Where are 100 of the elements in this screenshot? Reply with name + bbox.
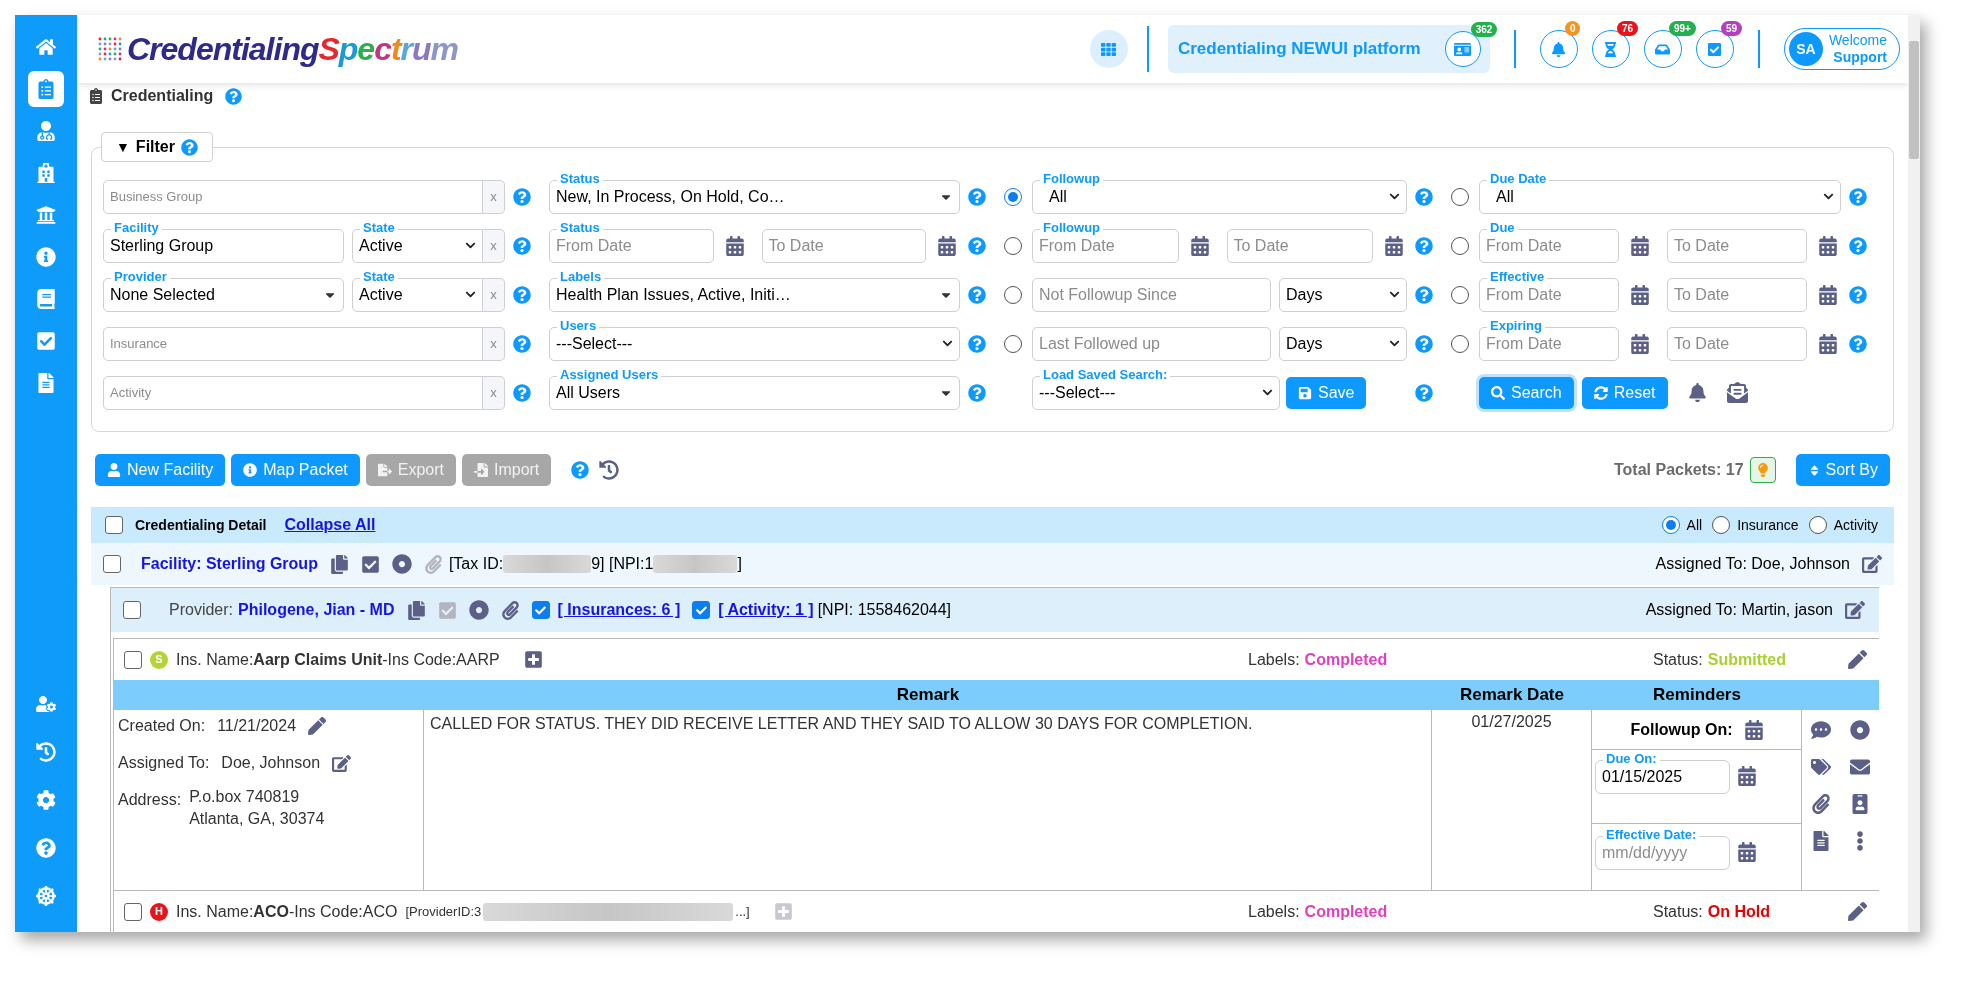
text-field[interactable]: To Date xyxy=(1667,326,1807,361)
help-icon[interactable] xyxy=(1849,285,1867,304)
text-field[interactable]: Insurance xyxy=(103,326,483,361)
facility-link[interactable]: Facility: Sterling Group xyxy=(141,552,318,576)
provider-card-button[interactable] xyxy=(1444,31,1481,67)
text-field[interactable]: To Date xyxy=(1667,277,1807,312)
provider-link[interactable]: Philogene, Jian - MD xyxy=(238,598,395,622)
text-field[interactable]: Business Group xyxy=(103,179,483,214)
help-icon[interactable] xyxy=(513,334,531,353)
help-icon[interactable] xyxy=(1849,334,1867,353)
help-icon[interactable] xyxy=(513,285,531,304)
text-field[interactable]: Activity xyxy=(103,375,483,410)
help-icon[interactable] xyxy=(968,285,986,304)
checkbox[interactable] xyxy=(124,650,142,669)
calendar-icon[interactable] xyxy=(1819,235,1837,256)
help-icon[interactable] xyxy=(1849,236,1867,255)
filter-toggle[interactable]: ▼ Filter xyxy=(101,132,213,162)
paperclip-icon[interactable] xyxy=(500,600,520,620)
tags-icon[interactable] xyxy=(1811,757,1832,777)
calendar-icon[interactable] xyxy=(1190,235,1209,256)
copy-icon[interactable] xyxy=(329,554,349,574)
activity-link[interactable]: [ Activity: 1 ] xyxy=(718,598,814,622)
help-icon[interactable] xyxy=(571,461,590,479)
settings-icon[interactable] xyxy=(36,790,56,810)
radio-button[interactable] xyxy=(1004,285,1022,304)
scrollbar[interactable] xyxy=(1908,15,1920,932)
envelope-icon[interactable] xyxy=(1849,757,1870,777)
text-field[interactable]: Last Followed up xyxy=(1032,326,1271,361)
notification-button[interactable] xyxy=(1643,30,1682,68)
calendar-icon[interactable] xyxy=(1744,719,1763,740)
wheel-icon[interactable] xyxy=(36,886,56,906)
help-icon[interactable] xyxy=(36,838,56,858)
checkbox[interactable] xyxy=(103,555,121,573)
speech-bubble-icon[interactable] xyxy=(1811,720,1832,740)
document-icon[interactable] xyxy=(1811,831,1832,851)
edit-icon[interactable] xyxy=(332,753,352,773)
help-icon[interactable] xyxy=(225,87,243,105)
help-icon[interactable] xyxy=(181,138,198,156)
calendar-icon[interactable] xyxy=(1631,284,1649,305)
radio-button[interactable] xyxy=(1004,236,1022,255)
checkbox[interactable] xyxy=(692,601,711,619)
paperclip-icon[interactable] xyxy=(1811,794,1832,814)
calendar-icon[interactable] xyxy=(1385,235,1403,256)
paperclip-icon[interactable] xyxy=(423,554,443,574)
history-icon[interactable] xyxy=(36,742,56,762)
help-icon[interactable] xyxy=(968,187,986,206)
checkbox-icon[interactable] xyxy=(437,600,457,620)
help-icon[interactable] xyxy=(968,383,986,402)
edit-pencil-icon[interactable] xyxy=(1848,650,1867,669)
checkbox[interactable] xyxy=(123,601,141,619)
dropdown[interactable]: Days xyxy=(1279,326,1407,361)
user-settings-icon[interactable] xyxy=(36,694,56,714)
collapse-all-link[interactable]: Collapse All xyxy=(284,513,376,537)
sidebar-item[interactable] xyxy=(28,71,64,107)
help-icon[interactable] xyxy=(968,236,986,255)
edit-icon[interactable] xyxy=(1845,600,1865,620)
notification-button[interactable] xyxy=(1539,30,1578,68)
dropdown[interactable]: Days xyxy=(1279,277,1407,312)
radio-button[interactable] xyxy=(1451,187,1469,206)
notification-button[interactable] xyxy=(1591,30,1630,68)
radio-button[interactable] xyxy=(1004,187,1022,206)
help-icon[interactable] xyxy=(513,236,531,255)
help-icon[interactable] xyxy=(1415,187,1433,206)
copy-icon[interactable] xyxy=(406,600,426,620)
apps-grid-button[interactable] xyxy=(1089,30,1128,68)
calendar-icon[interactable] xyxy=(1631,235,1649,256)
calendar-icon[interactable] xyxy=(725,235,744,256)
envelope-icon[interactable] xyxy=(1726,382,1748,403)
help-icon[interactable] xyxy=(1415,236,1433,255)
checkbox[interactable] xyxy=(124,902,142,921)
text-field[interactable]: To Date xyxy=(761,228,926,263)
radio-button[interactable] xyxy=(1451,236,1469,255)
calendar-icon[interactable] xyxy=(938,235,956,256)
checkbox[interactable] xyxy=(531,601,550,619)
edit-pencil-icon[interactable] xyxy=(1848,902,1867,921)
history-icon[interactable] xyxy=(599,460,620,480)
text-field[interactable]: To Date xyxy=(1667,228,1807,263)
bell-icon[interactable] xyxy=(1687,383,1707,402)
radio-button[interactable] xyxy=(1451,285,1469,304)
help-icon[interactable] xyxy=(1415,334,1433,353)
radio-button[interactable] xyxy=(1712,516,1731,534)
calendar-icon[interactable] xyxy=(1738,766,1756,786)
help-icon[interactable] xyxy=(1415,285,1433,304)
help-icon[interactable] xyxy=(1849,187,1867,206)
checkbox-icon[interactable] xyxy=(360,554,380,574)
calendar-icon[interactable] xyxy=(1631,333,1649,354)
help-icon[interactable] xyxy=(513,187,531,206)
radio-button[interactable] xyxy=(1451,334,1469,353)
radio-button[interactable] xyxy=(1004,334,1022,353)
edit-pencil-icon[interactable] xyxy=(308,717,327,735)
radio-button[interactable] xyxy=(1661,516,1680,534)
notification-button[interactable] xyxy=(1695,30,1734,68)
help-icon[interactable] xyxy=(968,334,986,353)
calendar-icon[interactable] xyxy=(1819,284,1837,305)
text-field[interactable]: Not Followup Since xyxy=(1032,277,1271,312)
lightbulb-icon[interactable] xyxy=(1749,457,1776,483)
add-copy-icon[interactable] xyxy=(523,650,543,669)
insurances-link[interactable]: [ Insurances: 6 ] xyxy=(557,598,681,622)
calendar-icon[interactable] xyxy=(1819,333,1837,354)
checkbox[interactable] xyxy=(105,516,123,534)
